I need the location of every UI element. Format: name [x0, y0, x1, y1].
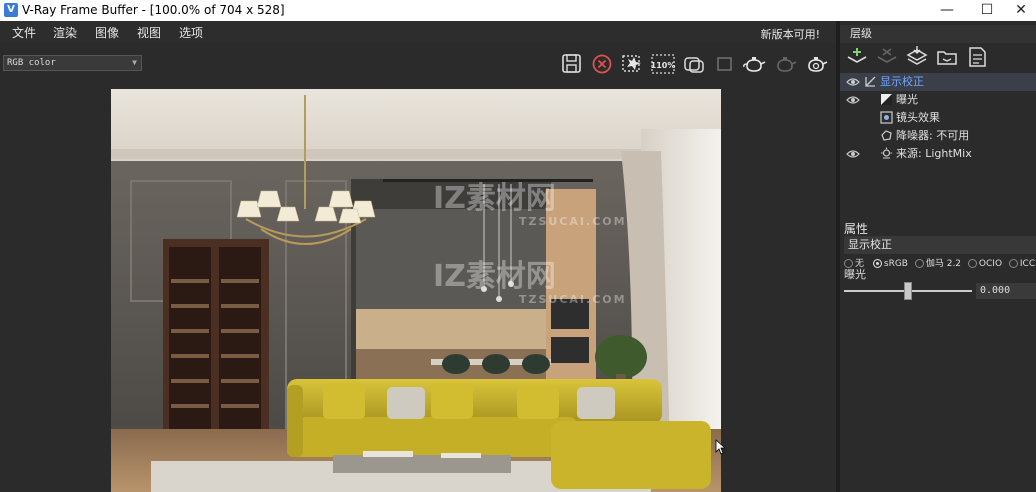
zoom-button[interactable]: 110%	[650, 51, 676, 77]
clear-icon	[592, 54, 612, 74]
delete-layer-button[interactable]	[874, 45, 900, 69]
radio-circle-icon	[872, 259, 882, 268]
rendered-image: IZ素材网 TZSUCAI.COM IZ素材网 TZSUCAI.COM	[111, 89, 721, 492]
layer-label: 镜头效果	[896, 111, 940, 124]
radio-circle-icon	[1008, 259, 1018, 268]
layer-label: 显示校正	[880, 75, 924, 88]
exposure-slider-thumb[interactable]	[904, 282, 912, 300]
compare-button[interactable]	[681, 51, 707, 77]
layers-list-button[interactable]	[964, 45, 990, 69]
chevron-down-icon: ▼	[132, 58, 137, 67]
save-button[interactable]	[559, 51, 585, 77]
exposure-icon	[881, 94, 892, 105]
minimize-button[interactable]: —	[932, 1, 962, 19]
radio-srgb[interactable]: sRGB	[872, 259, 908, 269]
render-button[interactable]	[741, 51, 767, 77]
menu-bar: 文件 渲染 图像 视图 选项 新版本可用!	[0, 21, 838, 43]
stop-render-button[interactable]	[772, 51, 798, 77]
layers-folder-icon	[937, 51, 957, 65]
region-select-icon	[622, 55, 641, 72]
interior-render-image	[111, 89, 721, 492]
maximize-button[interactable]: ☐	[972, 1, 1002, 19]
list-document-icon	[969, 47, 986, 67]
save-icon	[562, 54, 581, 73]
layer-display-correction[interactable]: 显示校正	[840, 73, 1036, 91]
add-layer-button[interactable]	[844, 45, 870, 69]
light-source-icon	[881, 147, 892, 159]
teapot-interactive-icon	[808, 57, 828, 72]
lock-region-button[interactable]	[712, 51, 738, 77]
update-notice[interactable]: 新版本可用!	[761, 26, 820, 42]
watermark-text-1: IZ素材网	[433, 181, 556, 216]
lens-effects-icon	[880, 111, 893, 124]
channel-select[interactable]: RGB color ▼	[3, 55, 142, 71]
zoom-label: 110%	[651, 61, 676, 70]
menu-view[interactable]: 视图	[137, 24, 161, 41]
layer-toolbar	[840, 43, 1036, 71]
radio-circle-icon	[967, 259, 977, 268]
eye-icon[interactable]	[846, 94, 860, 106]
exposure-label: 曝光	[844, 268, 866, 281]
radio-icc[interactable]: ICC	[1008, 259, 1035, 269]
layers-tree: 显示校正 曝光 镜头效果 降噪器: 不可用 来源: LightMix	[840, 73, 1036, 233]
layer-lens-effects[interactable]: 镜头效果	[840, 109, 1036, 127]
delete-layer-icon	[877, 48, 897, 63]
zoom-icon: 110%	[651, 54, 676, 74]
compare-icon	[684, 57, 704, 73]
display-mode-radios: 无 sRGB 伽马 2.2 OCIO ICC	[844, 257, 1036, 271]
render-viewport[interactable]: IZ素材网 TZSUCAI.COM IZ素材网 TZSUCAI.COM	[0, 83, 836, 492]
denoiser-icon	[881, 130, 892, 141]
watermark-url-2: TZSUCAI.COM	[519, 293, 627, 306]
eye-icon[interactable]	[846, 148, 860, 160]
layers-header: 层级	[840, 25, 1036, 43]
teapot-stop-icon	[777, 57, 797, 72]
layer-label: 降噪器: 不可用	[896, 129, 970, 142]
watermark-url-1: TZSUCAI.COM	[519, 215, 627, 228]
save-layers-button[interactable]	[904, 45, 930, 69]
menu-options[interactable]: 选项	[179, 24, 203, 41]
vray-app-icon: V	[4, 3, 18, 17]
radio-gamma[interactable]: 伽马 2.2	[914, 259, 961, 269]
right-panel: 层级 显示校正 曝光 镜头效果 降噪器: 不可用 来源: LightMix 属性…	[840, 21, 1036, 492]
layer-label: 曝光	[896, 93, 918, 106]
exposure-value-field[interactable]: 0.000	[976, 283, 1036, 299]
add-layer-icon	[847, 48, 867, 63]
window-title: V-Ray Frame Buffer - [100.0% of 704 x 52…	[22, 3, 285, 17]
interactive-render-button[interactable]	[803, 51, 829, 77]
watermark-text-2: IZ素材网	[433, 259, 556, 294]
layer-label: 来源: LightMix	[896, 147, 972, 160]
teapot-render-icon	[743, 57, 766, 72]
clear-image-button[interactable]	[589, 51, 615, 77]
region-icon	[717, 57, 732, 71]
properties-layer-name: 显示校正	[844, 236, 1036, 254]
layer-denoiser[interactable]: 降噪器: 不可用	[840, 127, 1036, 145]
display-correction-icon	[865, 76, 876, 87]
menu-render[interactable]: 渲染	[53, 24, 77, 41]
region-render-button[interactable]	[619, 51, 645, 77]
radio-ocio[interactable]: OCIO	[967, 259, 1002, 269]
load-layers-button[interactable]	[934, 45, 960, 69]
toolbar: RGB color ▼ 110%	[0, 43, 838, 83]
layer-exposure[interactable]: 曝光	[840, 91, 1036, 109]
menu-image[interactable]: 图像	[95, 24, 119, 41]
channel-select-value: RGB color	[7, 58, 56, 68]
layers-stack-icon	[906, 46, 928, 65]
mouse-cursor-icon	[715, 439, 725, 455]
menu-file[interactable]: 文件	[12, 24, 36, 41]
close-button[interactable]: ✕	[1006, 1, 1036, 19]
layer-source-lightmix[interactable]: 来源: LightMix	[840, 145, 1036, 163]
radio-circle-icon	[914, 259, 924, 268]
title-bar: V V-Ray Frame Buffer - [100.0% of 704 x …	[0, 0, 1036, 21]
eye-icon[interactable]	[846, 76, 860, 88]
